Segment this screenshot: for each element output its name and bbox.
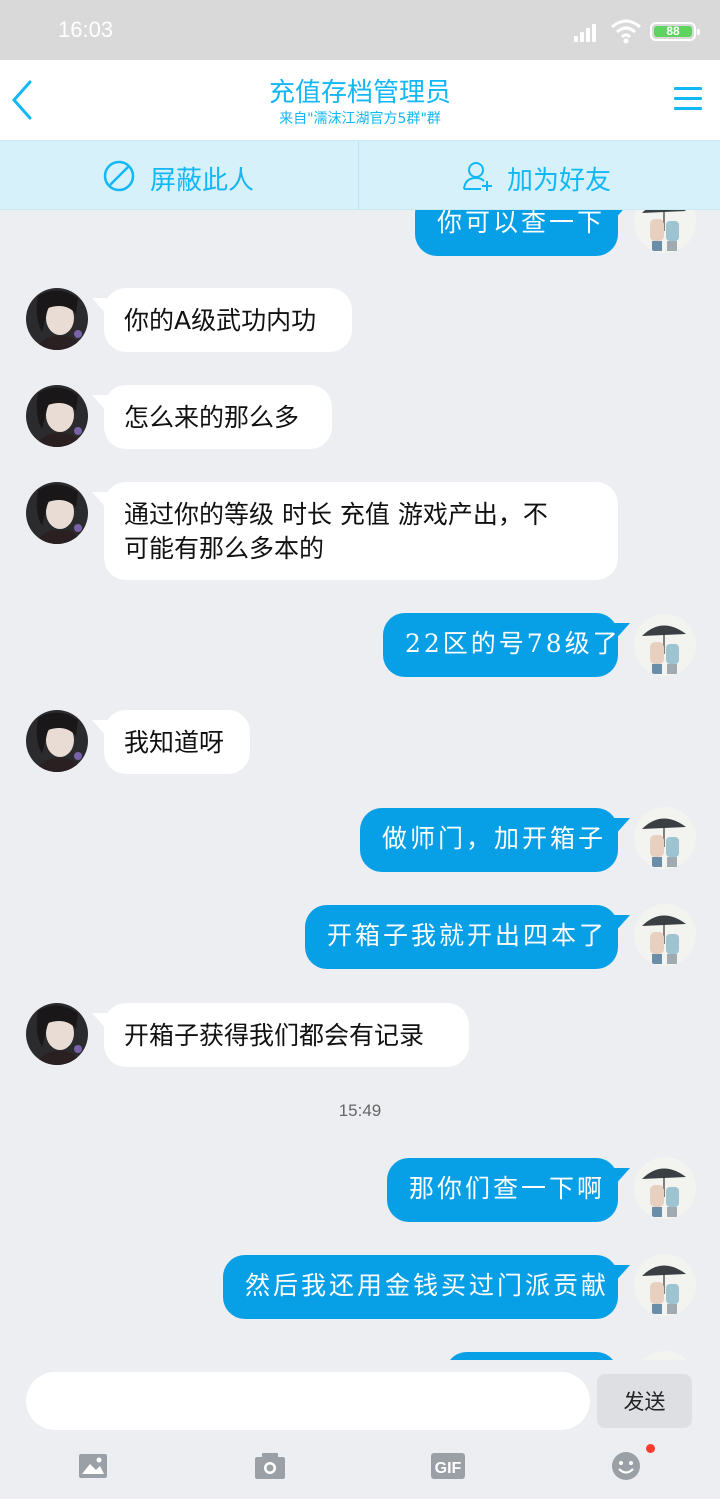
add-friend-button[interactable]: 加为好友: [361, 141, 720, 209]
notification-dot: [646, 1444, 655, 1453]
contact-avatar[interactable]: [26, 288, 88, 350]
message-input[interactable]: [26, 1372, 590, 1430]
send-button[interactable]: 发送: [597, 1374, 692, 1428]
my-avatar[interactable]: [634, 904, 696, 966]
status-time: 16:03: [58, 17, 114, 42]
contact-avatar[interactable]: [26, 482, 88, 544]
image-icon[interactable]: [73, 1448, 113, 1484]
camera-icon[interactable]: [250, 1448, 290, 1484]
block-icon: [103, 160, 135, 192]
message-text: 开箱子我就开出四本了: [327, 921, 608, 950]
add-friend-icon: [463, 162, 492, 191]
message-text: 22区的号78级了: [405, 629, 621, 658]
message-list[interactable]: 你可以查一下 你的A级武功内功 怎么来的那么多 通过你的等级 时长 充值 游戏产…: [0, 210, 720, 1360]
my-avatar[interactable]: [634, 614, 696, 676]
battery-icon: 88: [650, 22, 700, 41]
message-text-line-1: 通过你的等级 时长 充值 游戏产出，不: [124, 500, 548, 529]
my-avatar[interactable]: [634, 1157, 696, 1219]
message-text: 我知道呀: [124, 728, 225, 757]
block-user-button[interactable]: 屏蔽此人: [0, 141, 359, 209]
message-text: 你可以查一下: [437, 210, 606, 237]
message-text: 做师门，加开箱子: [382, 824, 607, 853]
message-bubble[interactable]: 22区的号78级了: [383, 613, 630, 677]
block-user-label: 屏蔽此人: [150, 166, 255, 196]
my-avatar[interactable]: [634, 1351, 696, 1360]
message-text-line-2: 可能有那么多本的: [124, 534, 325, 563]
message-text: 开箱子获得我们都会有记录: [124, 1021, 425, 1050]
status-bar: 16:03 88: [0, 0, 720, 60]
my-avatar[interactable]: [634, 807, 696, 869]
emoji-icon[interactable]: [606, 1448, 646, 1484]
message-text: 那你们查一下啊: [409, 1174, 606, 1203]
contact-avatar[interactable]: [26, 385, 88, 447]
battery-level: 88: [654, 25, 692, 37]
message-text: 你的A级武功内功: [124, 306, 317, 335]
message-bubble[interactable]: [445, 1352, 618, 1360]
wifi-icon: [611, 19, 641, 44]
message-text: 然后我还用金钱买过门派贡献: [245, 1271, 610, 1300]
chat-header: 充值存档管理员 来自"濡沫江湖官方5群"群: [0, 60, 720, 140]
message-bubble[interactable]: 怎么来的那么多: [92, 385, 332, 449]
message-bubble[interactable]: 我知道呀: [92, 710, 250, 774]
gif-icon[interactable]: GIF: [428, 1448, 468, 1484]
chat-title: 充值存档管理员: [268, 78, 451, 108]
timestamp: 15:49: [338, 1101, 382, 1120]
message-bubble[interactable]: 然后我还用金钱买过门派贡献: [223, 1255, 630, 1319]
gif-label: GIF: [435, 1460, 462, 1477]
input-bar: 发送 GIF: [0, 1360, 720, 1499]
signal-icon: [574, 22, 602, 42]
contact-avatar[interactable]: [26, 710, 88, 772]
message-bubble[interactable]: 你可以查一下: [415, 210, 623, 256]
message-bubble[interactable]: 开箱子获得我们都会有记录: [92, 1003, 469, 1067]
message-bubble[interactable]: 你的A级武功内功: [92, 288, 352, 352]
message-text: 怎么来的那么多: [124, 403, 300, 432]
add-friend-label: 加为好友: [507, 166, 612, 196]
message-bubble[interactable]: 开箱子我就开出四本了: [305, 905, 630, 969]
contact-avatar[interactable]: [26, 1003, 88, 1065]
action-bar: 屏蔽此人 加为好友: [0, 140, 720, 210]
message-bubble[interactable]: 通过你的等级 时长 充值 游戏产出，不 可能有那么多本的: [92, 482, 618, 580]
menu-icon[interactable]: [672, 84, 704, 114]
chat-subtitle: 来自"濡沫江湖官方5群"群: [279, 111, 441, 127]
message-bubble[interactable]: 那你们查一下啊: [387, 1158, 630, 1222]
message-bubble[interactable]: 做师门，加开箱子: [360, 808, 630, 872]
my-avatar[interactable]: [634, 210, 696, 253]
my-avatar[interactable]: [634, 1254, 696, 1316]
